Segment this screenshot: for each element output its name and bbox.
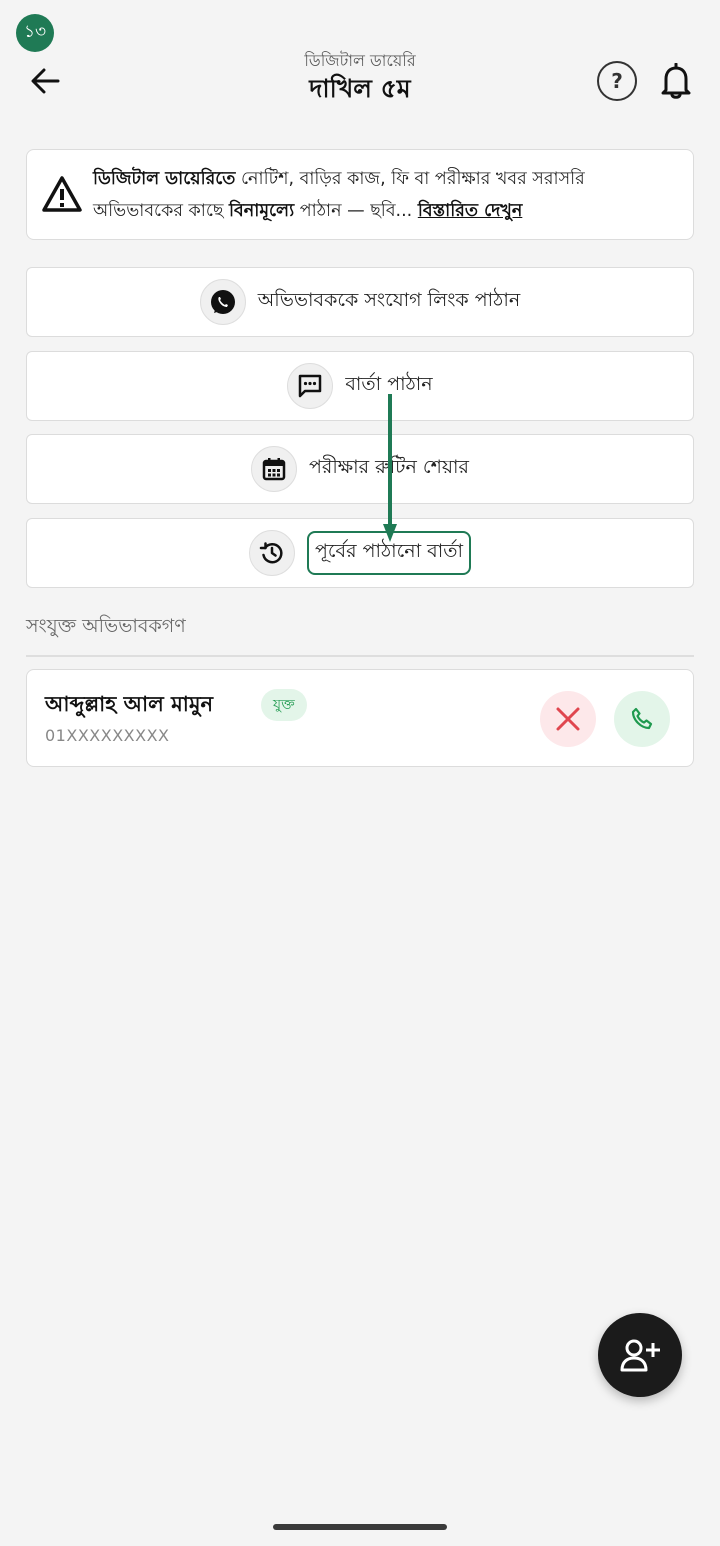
add-person-icon — [620, 1339, 660, 1372]
info-notice: ডিজিটাল ডায়েরিতে নোটিশ, বাড়ির কাজ, ফি … — [26, 149, 694, 240]
notification-button[interactable] — [656, 60, 696, 102]
add-guardian-button[interactable] — [598, 1313, 682, 1397]
previous-messages-button[interactable]: পূর্বের পাঠানো বার্তা — [26, 518, 694, 588]
remove-guardian-button[interactable] — [540, 691, 596, 747]
action-label-connect: অভিভাবককে সংযোগ লিংক পাঠান — [257, 289, 521, 311]
step-badge: ১৩ — [16, 14, 54, 52]
bell-icon — [661, 63, 691, 99]
call-guardian-button[interactable] — [614, 691, 670, 747]
whatsapp-icon — [199, 279, 246, 325]
notice-text-2: পাঠান — ছবি... — [294, 200, 418, 221]
section-title-guardians: সংযুক্ত অভিভাবকগণ — [26, 615, 186, 637]
details-link[interactable]: বিস্তারিত দেখুন — [418, 201, 523, 221]
history-icon — [248, 530, 295, 576]
send-connect-link-button[interactable]: অভিভাবককে সংযোগ লিংক পাঠান — [26, 267, 694, 337]
guardian-card: আব্দুল্লাহ আল মামুন যুক্ত 01XXXXXXXXX — [26, 669, 694, 767]
guardian-name: আব্দুল্লাহ আল মামুন — [45, 692, 214, 716]
notice-text: ডিজিটাল ডায়েরিতে নোটিশ, বাড়ির কাজ, ফি … — [93, 163, 679, 227]
send-message-button[interactable]: বার্তা পাঠান — [26, 351, 694, 421]
guardian-phone: 01XXXXXXXXX — [45, 726, 170, 745]
warning-icon — [42, 175, 82, 212]
status-badge: যুক্ত — [261, 689, 307, 721]
home-indicator — [273, 1524, 447, 1530]
close-icon — [556, 707, 580, 731]
notice-bold-free: বিনামূল্যে — [229, 200, 295, 221]
section-divider — [26, 655, 694, 657]
phone-icon — [631, 707, 653, 730]
message-icon — [287, 363, 334, 409]
help-icon: ? — [611, 69, 623, 93]
calendar-icon — [250, 446, 297, 492]
share-exam-routine-button[interactable]: পরীক্ষার রুটিন শেয়ার — [26, 434, 694, 504]
annotation-arrow — [383, 394, 397, 542]
help-button[interactable]: ? — [597, 61, 637, 101]
notice-bold-lead: ডিজিটাল ডায়েরিতে — [93, 168, 236, 189]
